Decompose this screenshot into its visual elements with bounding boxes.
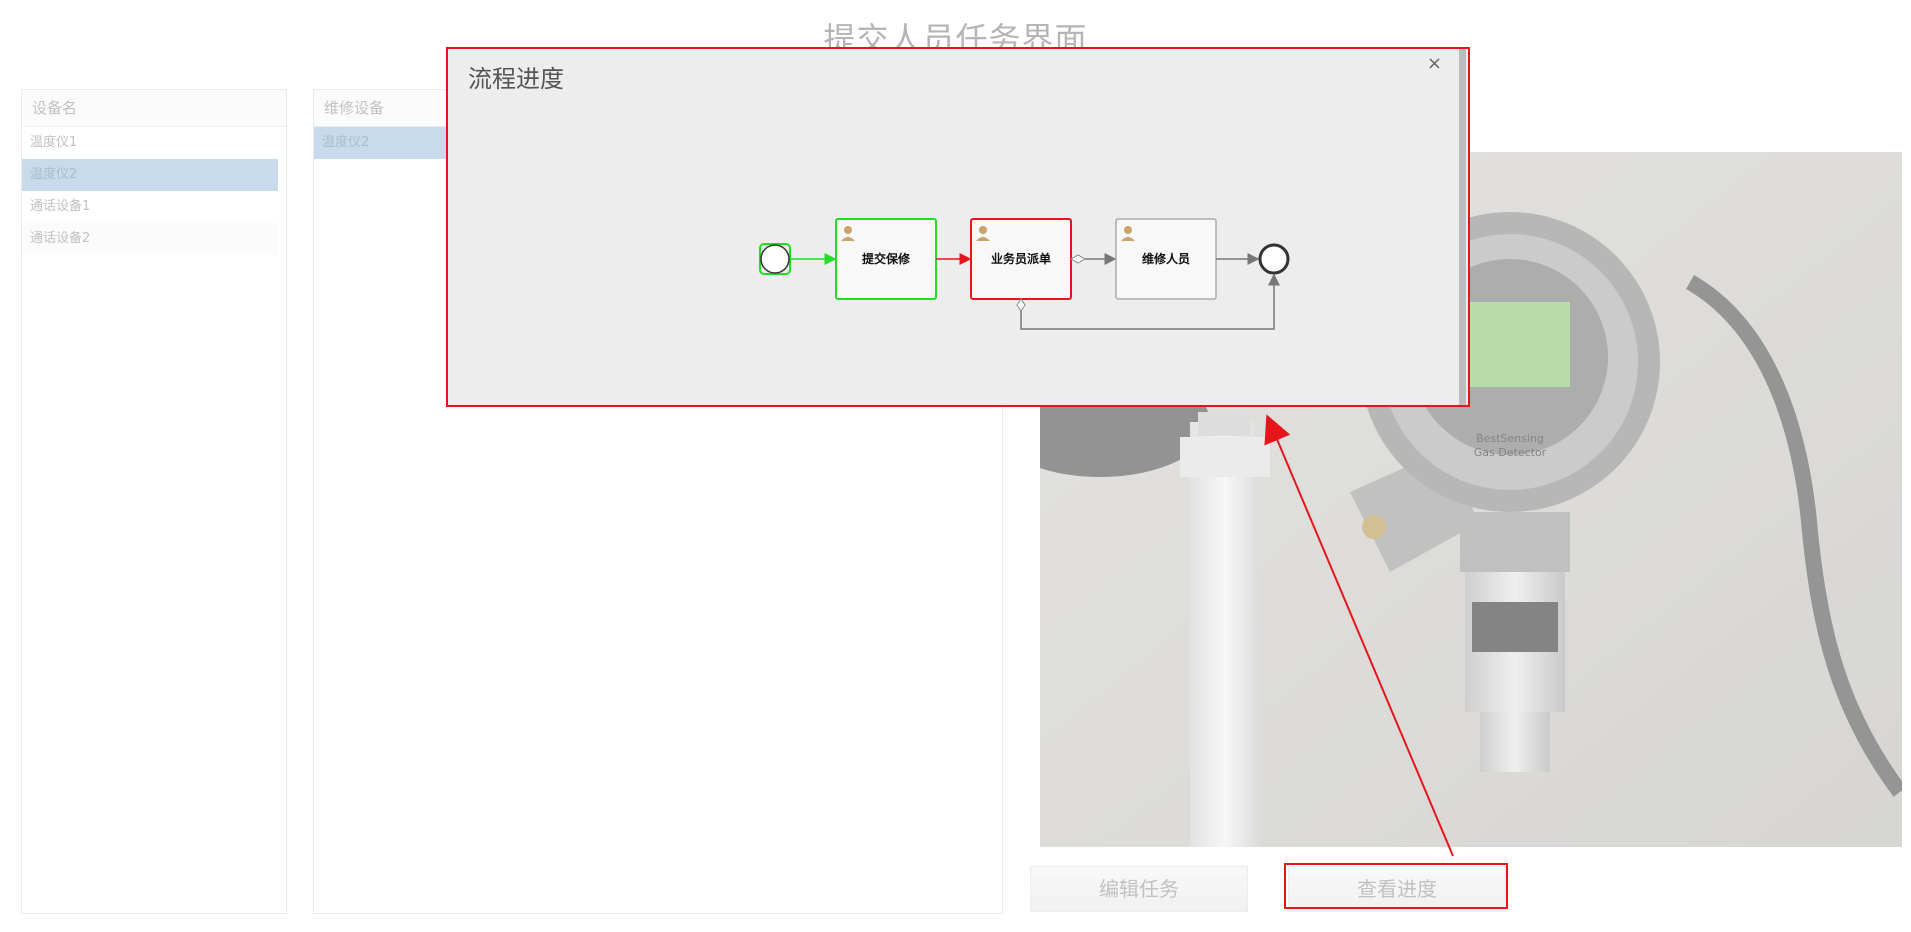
default-flow-diamond: [1016, 298, 1026, 312]
device-list-panel: 设备名 温度仪1 温度仪2 通话设备1 通话设备2: [21, 89, 287, 914]
device-list-item[interactable]: 温度仪2: [22, 159, 278, 191]
photo-label-top: BestSensing: [1476, 432, 1544, 445]
device-list-item[interactable]: 通话设备1: [22, 191, 278, 223]
task-label: 维修人员: [1142, 251, 1190, 266]
modal-scrollbar[interactable]: [1459, 49, 1466, 405]
process-diagram: 提交保修 业务员派单 维修人员: [759, 218, 1290, 330]
task-label: 提交保修: [862, 251, 911, 266]
device-list-item[interactable]: 温度仪1: [22, 127, 278, 159]
photo-label-bottom: Gas Detector: [1474, 446, 1547, 459]
end-event: [1258, 243, 1290, 275]
view-progress-button[interactable]: 查看进度: [1288, 866, 1506, 912]
device-list-header: 设备名: [22, 90, 286, 127]
task-label: 业务员派单: [991, 251, 1051, 266]
device-list-item[interactable]: 通话设备2: [22, 223, 278, 255]
start-event: [760, 244, 790, 274]
edit-task-button[interactable]: 编辑任务: [1030, 866, 1248, 912]
default-flow-diamond: [1069, 254, 1087, 264]
progress-modal: 流程进度 × 提交保修 业务员派单 维修人员: [446, 47, 1470, 407]
